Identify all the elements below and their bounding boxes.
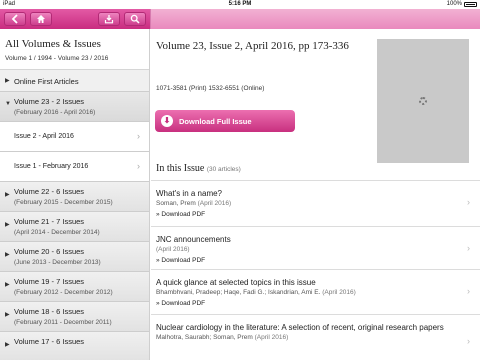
issue-detail-pane: Volume 23, Issue 2, April 2016, pp 173-3…: [151, 29, 480, 360]
back-button[interactable]: [4, 12, 26, 26]
download-pdf-label: Download PDF: [161, 300, 206, 307]
divider: [151, 314, 480, 315]
article-date: (April 2016): [156, 246, 190, 253]
volume-label: Volume 20 - 6 Issues: [14, 247, 85, 256]
battery-icon: [464, 2, 477, 7]
download-full-issue-button[interactable]: ⬇ Download Full Issue: [155, 110, 295, 132]
divider: [151, 269, 480, 270]
article-date: (April 2016): [322, 289, 356, 296]
volume-date-range: (February 2015 - December 2015): [14, 199, 113, 206]
download-pdf-link[interactable]: » Download PDF: [156, 211, 456, 218]
sidebar: All Volumes & Issues Volume 1 / 1994 - V…: [0, 29, 150, 360]
chevron-right-icon: ›: [467, 336, 470, 346]
article-item[interactable]: A quick glance at selected topics in thi…: [156, 278, 456, 307]
search-button[interactable]: [124, 12, 146, 26]
volume-label: Volume 17 - 6 Issues: [14, 337, 85, 346]
expand-triangle-icon: ▶: [5, 222, 10, 228]
download-manager-button[interactable]: [98, 12, 120, 26]
author-names: Malhotra, Saurabh; Soman, Prem: [156, 334, 253, 341]
battery-status: 100%: [447, 0, 477, 9]
sidebar-item-online-first[interactable]: ▶ Online First Articles: [0, 70, 149, 92]
article-item[interactable]: Nuclear cardiology in the literature: A …: [156, 323, 456, 341]
sidebar-title: All Volumes & Issues: [5, 38, 101, 50]
sidebar-item-issue-1[interactable]: Issue 1 - February 2016 ›: [0, 152, 149, 182]
volume-date-range: (June 2013 - December 2013): [14, 259, 101, 266]
home-icon: [37, 15, 45, 23]
search-icon: [130, 14, 140, 24]
download-pdf-label: Download PDF: [161, 211, 206, 218]
divider: [151, 226, 480, 227]
sidebar-item-label: Online First Articles: [14, 77, 79, 86]
clock: 5:16 PM: [228, 1, 252, 7]
issue-cover-image[interactable]: [377, 39, 469, 163]
issue-title: Volume 23, Issue 2, April 2016, pp 173-3…: [156, 40, 349, 52]
volume-date-range: (February 2016 - April 2016): [14, 109, 96, 116]
expand-triangle-icon: ▶: [5, 312, 10, 318]
loading-spinner-icon: [419, 97, 427, 105]
article-item[interactable]: What's in a name? Soman, Prem (April 201…: [156, 189, 456, 218]
article-title: What's in a name?: [156, 189, 223, 198]
in-this-issue-label: In this Issue: [156, 163, 205, 174]
article-authors: (April 2016): [156, 246, 456, 253]
chevron-right-icon: ›: [467, 197, 470, 207]
home-button[interactable]: [30, 12, 52, 26]
app-window: iPad 5:16 PM 100% All Volumes & Issues V…: [0, 0, 480, 360]
issue-label: Issue 2 - April 2016: [14, 133, 74, 140]
article-authors: Soman, Prem (April 2016): [156, 200, 456, 207]
article-item[interactable]: JNC announcements (April 2016) » Downloa…: [156, 235, 456, 264]
sidebar-toolbar: [0, 9, 150, 29]
download-pdf-link[interactable]: » Download PDF: [156, 257, 456, 264]
expand-triangle-icon: ▶: [5, 282, 10, 288]
chevron-right-icon: ›: [137, 161, 140, 171]
collapse-triangle-icon: ▼: [5, 101, 11, 107]
article-title: A quick glance at selected topics in thi…: [156, 278, 316, 287]
chevron-right-icon: ›: [467, 286, 470, 296]
author-names: Soman, Prem: [156, 200, 196, 207]
sidebar-item-volume-22[interactable]: ▶ Volume 22 - 6 Issues (February 2015 - …: [0, 182, 149, 212]
sidebar-item-issue-2[interactable]: Issue 2 - April 2016 ›: [0, 122, 149, 152]
sidebar-item-volume-21[interactable]: ▶ Volume 21 - 7 Issues (April 2014 - Dec…: [0, 212, 149, 242]
volume-label: Volume 21 - 7 Issues: [14, 217, 85, 226]
sidebar-item-volume-18[interactable]: ▶ Volume 18 - 6 Issues (February 2011 - …: [0, 302, 149, 332]
sidebar-item-volume-17[interactable]: ▶ Volume 17 - 6 Issues: [0, 332, 149, 360]
article-count: (30 articles): [206, 166, 241, 173]
volume-date-range: (April 2014 - December 2014): [14, 229, 100, 236]
author-names: Bhambhvani, Pradeep; Haqe, Fadi G.; Iska…: [156, 289, 321, 296]
volume-date-range: (February 2011 - December 2011): [14, 319, 112, 326]
volume-label: Volume 19 - 7 Issues: [14, 277, 85, 286]
article-date: (April 2016): [254, 334, 289, 341]
expand-triangle-icon: ▶: [5, 252, 10, 258]
issue-label: Issue 1 - February 2016: [14, 163, 89, 170]
download-full-issue-label: Download Full Issue: [179, 116, 252, 126]
chevron-right-icon: ›: [467, 243, 470, 253]
article-title: Nuclear cardiology in the literature: A …: [156, 323, 444, 332]
sidebar-item-volume-20[interactable]: ▶ Volume 20 - 6 Issues (June 2013 - Dece…: [0, 242, 149, 272]
download-pdf-link[interactable]: » Download PDF: [156, 300, 456, 307]
in-this-issue-heading: In this Issue (30 articles): [156, 163, 241, 174]
content-toolbar: [150, 9, 480, 29]
article-date: (April 2016): [197, 200, 232, 207]
sidebar-item-volume-23[interactable]: ▼ Volume 23 - 2 Issues (February 2016 - …: [0, 92, 149, 122]
volume-date-range: (February 2012 - December 2012): [14, 289, 113, 296]
download-pdf-label: Download PDF: [161, 257, 206, 264]
status-bar: iPad 5:16 PM 100%: [0, 0, 480, 9]
article-authors: Malhotra, Saurabh; Soman, Prem (April 20…: [156, 334, 456, 341]
volume-label: Volume 18 - 6 Issues: [14, 307, 85, 316]
tray-download-icon: [104, 15, 114, 24]
issn-text: 1071-3581 (Print) 1532-6551 (Online): [156, 85, 265, 92]
back-arrow-icon: [11, 14, 18, 24]
sidebar-subtitle: Volume 1 / 1994 - Volume 23 / 2016: [0, 53, 149, 70]
download-arrow-icon: ⬇: [161, 115, 173, 127]
expand-triangle-icon: ▶: [5, 342, 10, 348]
article-title: JNC announcements: [156, 235, 231, 244]
expand-triangle-icon: ▶: [5, 78, 10, 84]
volume-label: Volume 22 - 6 Issues: [14, 187, 85, 196]
battery-percent: 100%: [446, 1, 462, 7]
expand-triangle-icon: ▶: [5, 192, 10, 198]
chevron-right-icon: ›: [137, 131, 140, 141]
divider: [151, 180, 480, 181]
volume-label: Volume 23 - 2 Issues: [14, 97, 85, 106]
sidebar-item-volume-19[interactable]: ▶ Volume 19 - 7 Issues (February 2012 - …: [0, 272, 149, 302]
article-authors: Bhambhvani, Pradeep; Haqe, Fadi G.; Iska…: [156, 289, 456, 296]
